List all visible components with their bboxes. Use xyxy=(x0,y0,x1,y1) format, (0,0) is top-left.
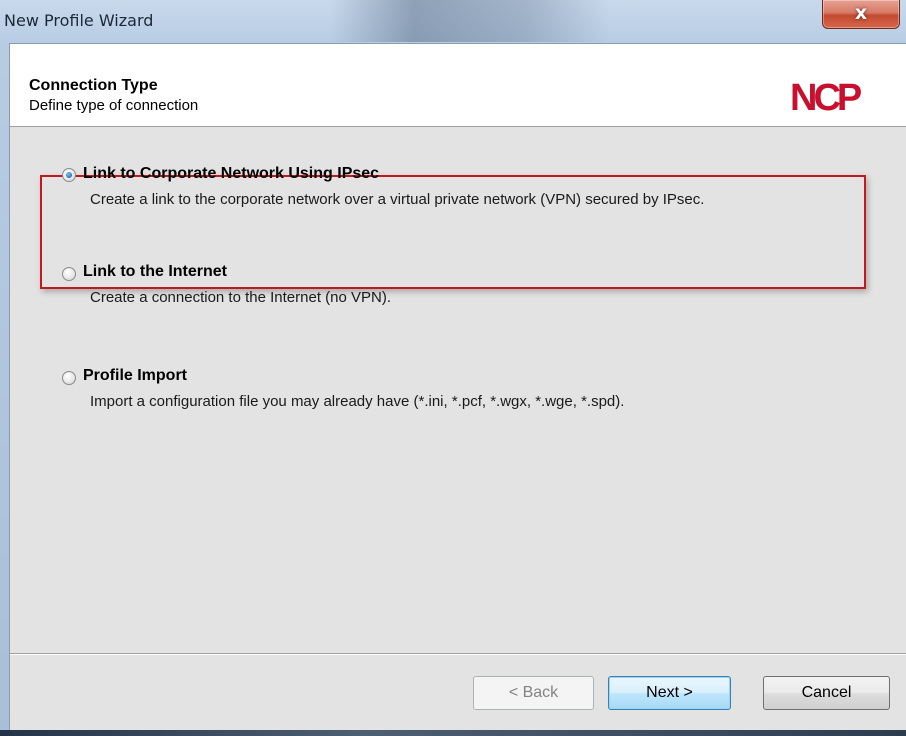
option-title-profile-import[interactable]: Profile Import xyxy=(83,367,187,385)
wizard-window: New Profile Wizard x Connection Type Def… xyxy=(0,0,906,736)
page-title: Connection Type xyxy=(29,77,158,94)
close-button[interactable]: x xyxy=(822,0,900,29)
window-title: New Profile Wizard xyxy=(4,11,154,30)
logo-text: NCP xyxy=(790,80,862,114)
option-description-profile-import: Import a configuration file you may alre… xyxy=(90,393,625,410)
ncp-logo: NCP xyxy=(790,80,866,114)
option-title-ipsec[interactable]: Link to Corporate Network Using IPsec xyxy=(83,165,379,183)
option-description-internet: Create a connection to the Internet (no … xyxy=(90,289,392,306)
option-title-internet[interactable]: Link to the Internet xyxy=(83,263,227,281)
close-icon: x xyxy=(854,2,868,24)
page-subtitle: Define type of connection xyxy=(29,97,199,114)
next-button[interactable]: Next > xyxy=(608,676,731,710)
back-button[interactable]: < Back xyxy=(473,676,594,710)
wizard-header: Connection Type Define type of connectio… xyxy=(10,44,906,127)
connection-type-options: Link to Corporate Network Using IPsec Cr… xyxy=(10,127,906,653)
radio-internet[interactable] xyxy=(62,267,76,281)
radio-profile-import[interactable] xyxy=(62,371,76,385)
cancel-button[interactable]: Cancel xyxy=(763,676,890,710)
title-bar[interactable]: New Profile Wizard x xyxy=(0,0,906,42)
wizard-client-area: Connection Type Define type of connectio… xyxy=(9,43,906,731)
wizard-footer: < Back Next > Cancel xyxy=(10,655,906,731)
taskbar-edge xyxy=(0,730,906,736)
option-description-ipsec: Create a link to the corporate network o… xyxy=(90,191,705,208)
radio-ipsec[interactable] xyxy=(62,168,76,182)
